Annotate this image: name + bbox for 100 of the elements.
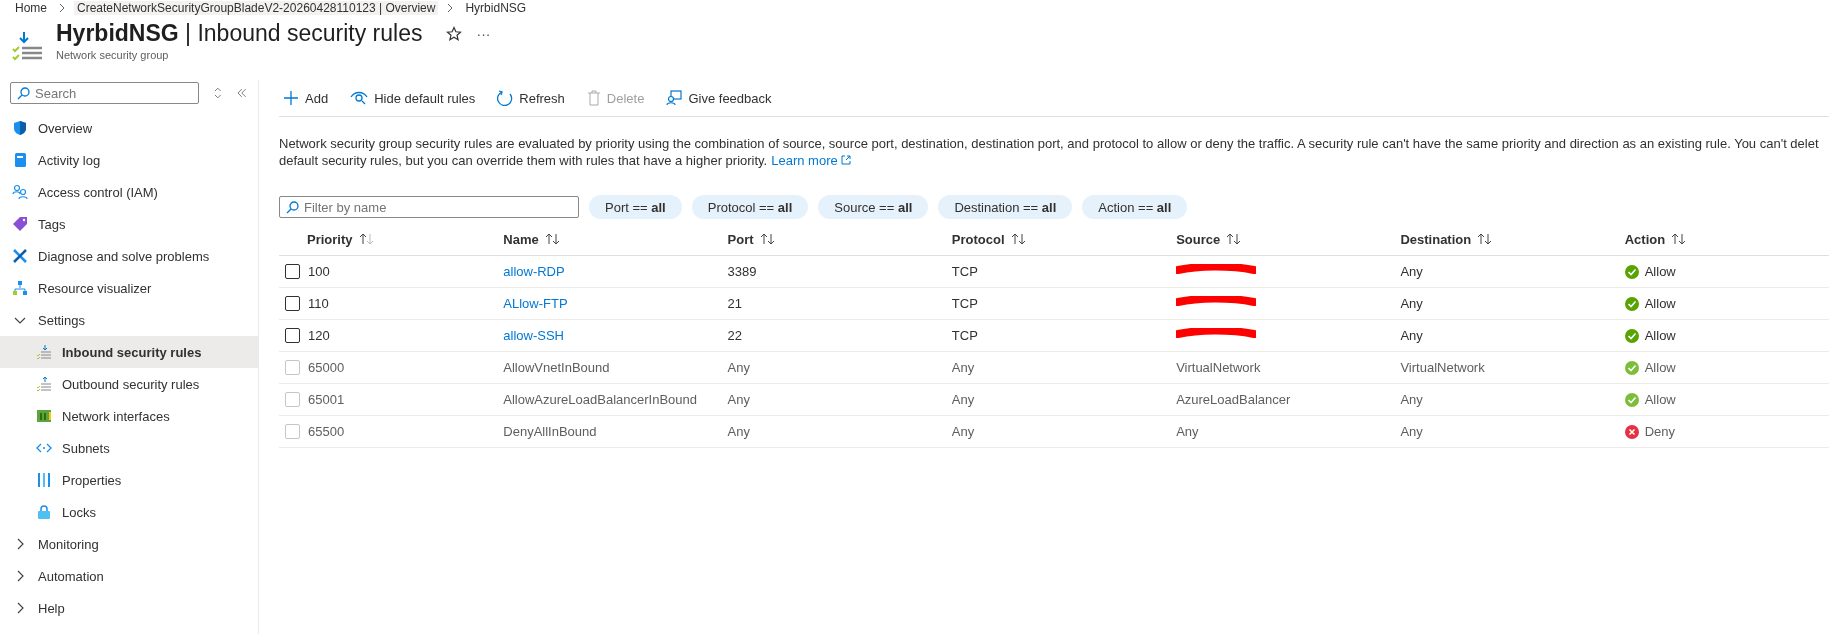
table-cell: Any (1176, 424, 1199, 439)
row-checkbox[interactable] (285, 328, 300, 343)
table-cell: 65500 (308, 424, 345, 439)
table-cell: Any (1400, 424, 1423, 439)
table-cell: DenyAllInBound (503, 424, 597, 439)
bars-icon (36, 472, 52, 488)
page-subtitle: Network security group (56, 49, 170, 61)
search-field[interactable]: Search (10, 82, 199, 104)
shield-icon (12, 120, 28, 136)
filter-pill[interactable]: Source == all (818, 195, 929, 219)
toolbar-button[interactable]: Add (279, 86, 333, 110)
sort-arrows-icon (1477, 233, 1494, 245)
table-cell: Allow (1644, 296, 1676, 311)
search-icon (17, 87, 30, 100)
sidebar-item[interactable]: Automation (0, 560, 258, 592)
table-cell: Any (1400, 264, 1423, 279)
sidebar-item[interactable]: Monitoring (0, 528, 258, 560)
refresh-icon (497, 90, 514, 106)
table-cell: AzureLoadBalancer (1176, 392, 1291, 407)
table-cell: AllowVnetInBound (503, 360, 610, 375)
search-icon (286, 201, 299, 214)
row-checkbox[interactable] (285, 296, 300, 311)
column-header[interactable]: Action (1624, 231, 1688, 247)
column-header[interactable]: Name (503, 231, 561, 247)
column-header[interactable]: Priority (307, 231, 375, 247)
table-cell: 21 (727, 296, 743, 311)
chevron-icon (58, 3, 66, 13)
sort-arrows-icon (544, 233, 561, 245)
sort-icon[interactable] (212, 87, 223, 99)
star-icon[interactable] (446, 25, 463, 42)
table-cell: 100 (308, 264, 330, 279)
chevron-icon (446, 3, 455, 13)
toolbar-button[interactable]: Give feedback (662, 86, 776, 110)
rule-name-link[interactable]: allow-RDP (503, 264, 565, 279)
sort-arrows-icon (1010, 233, 1027, 245)
hierarchy-icon (12, 280, 28, 296)
sidebar-item[interactable]: Locks (0, 496, 258, 528)
table-cell: 22 (727, 328, 743, 343)
add-icon (283, 90, 299, 106)
filter-pill[interactable]: Destination == all (938, 195, 1073, 219)
rule-name-link[interactable]: ALlow-FTP (503, 296, 568, 311)
sidebar-item[interactable]: Network interfaces (0, 400, 258, 432)
table-cell: Allow (1644, 264, 1676, 279)
network-card-icon (36, 408, 52, 424)
row-checkbox[interactable] (285, 264, 300, 279)
table-cell: Any (727, 360, 750, 375)
description-text: Network security group security rules are evaluated by priority using the combination of source, source port, destination, destination port, and protocol to allow or deny the traffic. A security rule can't have the same priority and direction as an existing rule. You can't delet default security rules, but you can override them with rules that have a higher priority. Learn more (279, 135, 1820, 169)
sidebar-item[interactable]: Resource visualizer (0, 272, 258, 304)
breadcrumb-link[interactable]: CreateNetworkSecurityGroupBladeV2-20260428110123 | Overview (74, 1, 439, 15)
more-button[interactable]: ··· (476, 25, 491, 42)
column-header[interactable]: Destination (1400, 231, 1494, 247)
inbound-rules-icon (36, 344, 52, 360)
sidebar-item[interactable]: Outbound security rules (0, 368, 258, 400)
sidebar-item[interactable]: Activity log (0, 144, 258, 176)
sort-arrows-icon (759, 233, 776, 245)
trash-icon (586, 90, 601, 106)
toolbar-button[interactable]: Hide default rules (346, 86, 480, 110)
sidebar-item[interactable]: Access control (IAM) (0, 176, 258, 208)
breadcrumb-link[interactable]: Home (12, 1, 50, 15)
table-cell: Allow (1644, 360, 1676, 375)
table-cell: 65001 (308, 392, 345, 407)
table-cell: Allow (1644, 328, 1676, 343)
sidebar-item[interactable]: Inbound security rules (0, 336, 258, 368)
sidebar-item[interactable]: Diagnose and solve problems (0, 240, 258, 272)
column-header[interactable]: Port (727, 231, 776, 247)
filter-pill[interactable]: Action == all (1082, 195, 1188, 219)
column-header[interactable]: Protocol (951, 231, 1027, 247)
toolbar-button[interactable]: Refresh (493, 86, 569, 110)
page-title: HyrbidNSG | Inbound security rules (56, 20, 423, 47)
filter-pill[interactable]: Protocol == all (691, 195, 809, 219)
table-cell: TCP (951, 296, 978, 311)
table-cell: AllowAzureLoadBalancerInBound (503, 392, 697, 407)
people-icon (12, 184, 28, 200)
eye-icon (350, 90, 369, 106)
breadcrumb-link[interactable]: HyrbidNSG (462, 1, 530, 15)
sidebar-item[interactable]: Settings (0, 304, 258, 336)
table-cell: VirtualNetwork (1400, 360, 1485, 375)
sidebar-item[interactable]: Help (0, 592, 258, 624)
table-cell: Any (1400, 392, 1423, 407)
table-cell: Any (951, 424, 975, 439)
sidebar-item[interactable]: Subnets (0, 432, 258, 464)
rule-name-link[interactable]: allow-SSH (503, 328, 564, 343)
table-cell: Any (951, 360, 975, 375)
table-cell: Any (1400, 296, 1423, 311)
collapse-icon[interactable] (236, 87, 248, 99)
filter-pill[interactable]: Port == all (589, 195, 682, 219)
learn-more-link[interactable]: Learn more (771, 153, 852, 168)
filter-field[interactable]: Filter by name (279, 196, 579, 218)
sort-arrows-icon (1671, 233, 1688, 245)
sidebar-item[interactable]: Tags (0, 208, 258, 240)
column-header[interactable]: Source (1176, 231, 1243, 247)
table-cell: Any (951, 392, 975, 407)
table-cell: Allow (1644, 392, 1676, 407)
tag-icon (12, 216, 28, 232)
table-cell: Any (1400, 328, 1423, 343)
table-cell: TCP (951, 328, 978, 343)
table-cell: Any (727, 424, 750, 439)
sidebar-item[interactable]: Overview (0, 112, 258, 144)
outbound-rules-icon (36, 376, 52, 392)
sidebar-item[interactable]: Properties (0, 464, 258, 496)
